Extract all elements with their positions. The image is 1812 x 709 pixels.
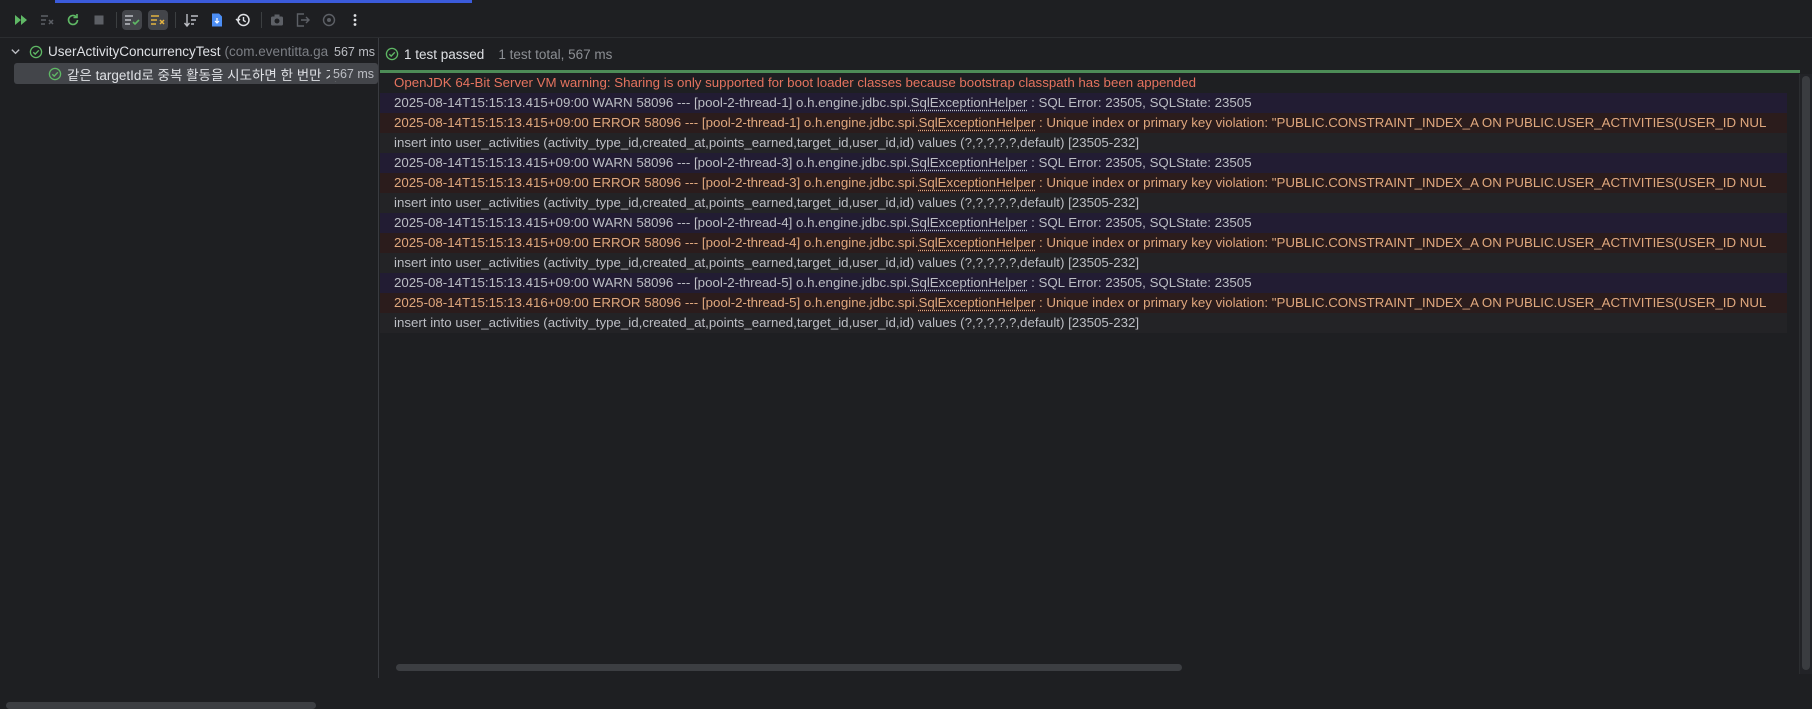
log-message: : SQL Error: 23505, SQLState: 23505: [1027, 95, 1251, 110]
console-line: 2025-08-14T15:15:13.416+09:00 ERROR 5809…: [380, 293, 1787, 313]
log-message: : Unique index or primary key violation:…: [1035, 115, 1766, 130]
tree-test-case[interactable]: 같은 targetId로 중복 활동을 시도하면 한 번만 기록 567 ms: [14, 63, 378, 84]
export-icon[interactable]: [293, 10, 313, 30]
logger-class-link[interactable]: SqlExceptionHelper: [911, 95, 1028, 110]
log-prefix: 2025-08-14T15:15:13.415+09:00 WARN 58096…: [394, 275, 911, 290]
tree-root-suite[interactable]: UserActivityConcurrencyTest (com.eventit…: [0, 41, 379, 62]
logger-class-link[interactable]: SqlExceptionHelper: [918, 115, 1035, 130]
logger-class-link[interactable]: SqlExceptionHelper: [918, 175, 1035, 190]
test-passed-icon: [385, 47, 399, 61]
log-message: : SQL Error: 23505, SQLState: 23505: [1027, 215, 1251, 230]
logger-class-link[interactable]: SqlExceptionHelper: [911, 155, 1028, 170]
log-prefix: 2025-08-14T15:15:13.415+09:00 WARN 58096…: [394, 95, 911, 110]
sort-icon[interactable]: [181, 10, 201, 30]
test-status-bar: 1 test passed 1 test total, 567 ms: [380, 38, 1812, 70]
active-tab-indicator: [55, 0, 472, 3]
history-icon[interactable]: [233, 10, 253, 30]
log-prefix: 2025-08-14T15:15:13.415+09:00 ERROR 5809…: [394, 115, 918, 130]
logger-class-link[interactable]: SqlExceptionHelper: [918, 235, 1035, 250]
log-message: : SQL Error: 23505, SQLState: 23505: [1027, 155, 1251, 170]
logger-class-link[interactable]: SqlExceptionHelper: [911, 275, 1028, 290]
console-line: 2025-08-14T15:15:13.415+09:00 WARN 58096…: [380, 273, 1787, 293]
suite-duration: 567 ms: [331, 45, 375, 59]
more-icon[interactable]: [345, 10, 365, 30]
console-output[interactable]: OpenJDK 64-Bit Server VM warning: Sharin…: [380, 73, 1787, 673]
console-line: 2025-08-14T15:15:13.415+09:00 ERROR 5809…: [380, 233, 1787, 253]
log-prefix: 2025-08-14T15:15:13.415+09:00 WARN 58096…: [394, 155, 911, 170]
console-line-text: insert into user_activities (activity_ty…: [394, 135, 1139, 150]
console-line-text: insert into user_activities (activity_ty…: [394, 255, 1139, 270]
console-line: insert into user_activities (activity_ty…: [380, 133, 1787, 153]
log-message: : SQL Error: 23505, SQLState: 23505: [1027, 275, 1251, 290]
console-line-text: insert into user_activities (activity_ty…: [394, 195, 1139, 210]
chevron-down-icon[interactable]: [10, 46, 24, 57]
console-line: OpenJDK 64-Bit Server VM warning: Sharin…: [380, 73, 1787, 93]
test-case-name: 같은 targetId로 중복 활동을 시도하면 한 번만 기록: [67, 64, 350, 84]
rerun-failed-icon[interactable]: [37, 10, 57, 30]
log-message: : Unique index or primary key violation:…: [1035, 295, 1766, 310]
test-passed-icon: [48, 67, 62, 81]
log-message: : Unique index or primary key violation:…: [1035, 235, 1766, 250]
show-ignored-icon[interactable]: [148, 10, 168, 30]
console-horizontal-scrollbar[interactable]: [396, 664, 1182, 671]
console-line: insert into user_activities (activity_ty…: [380, 253, 1787, 273]
console-line: 2025-08-14T15:15:13.415+09:00 WARN 58096…: [380, 93, 1787, 113]
horizontal-scrollbar[interactable]: [6, 702, 316, 709]
test-tree-panel: UserActivityConcurrencyTest (com.eventit…: [0, 38, 379, 678]
tests-passed-label: 1 test passed: [404, 47, 484, 62]
console-line-text: insert into user_activities (activity_ty…: [394, 315, 1139, 330]
console-line: 2025-08-14T15:15:13.415+09:00 WARN 58096…: [380, 153, 1787, 173]
rerun-icon[interactable]: [11, 10, 31, 30]
console-line: 2025-08-14T15:15:13.415+09:00 WARN 58096…: [380, 213, 1787, 233]
log-prefix: 2025-08-14T15:15:13.415+09:00 ERROR 5809…: [394, 175, 918, 190]
test-passed-icon: [29, 45, 43, 59]
screenshot-icon[interactable]: [267, 10, 287, 30]
log-prefix: 2025-08-14T15:15:13.416+09:00 ERROR 5809…: [394, 295, 918, 310]
console-line: insert into user_activities (activity_ty…: [380, 193, 1787, 213]
import-tests-icon[interactable]: [207, 10, 227, 30]
console-line: insert into user_activities (activity_ty…: [380, 313, 1787, 333]
console-panel: 1 test passed 1 test total, 567 ms OpenJ…: [380, 38, 1812, 678]
console-line: 2025-08-14T15:15:13.415+09:00 ERROR 5809…: [380, 113, 1787, 133]
logger-class-link[interactable]: SqlExceptionHelper: [918, 295, 1035, 310]
test-runner-toolbar: [0, 0, 1812, 38]
console-line: 2025-08-14T15:15:13.415+09:00 ERROR 5809…: [380, 173, 1787, 193]
stop-icon[interactable]: [89, 10, 109, 30]
log-prefix: 2025-08-14T15:15:13.415+09:00 WARN 58096…: [394, 215, 911, 230]
log-prefix: 2025-08-14T15:15:13.415+09:00 ERROR 5809…: [394, 235, 918, 250]
logger-class-link[interactable]: SqlExceptionHelper: [911, 215, 1028, 230]
settings-icon[interactable]: [319, 10, 339, 30]
suite-name: UserActivityConcurrencyTest: [48, 44, 221, 59]
vertical-scrollbar[interactable]: [1799, 74, 1812, 674]
show-passed-icon[interactable]: [122, 10, 142, 30]
tests-total-label: 1 test total, 567 ms: [498, 47, 612, 62]
toggle-auto-test-icon[interactable]: [63, 10, 83, 30]
suite-package: (com.eventitta.ga: [225, 44, 329, 59]
test-case-duration: 567 ms: [330, 67, 374, 81]
console-line-text: OpenJDK 64-Bit Server VM warning: Sharin…: [394, 75, 1196, 90]
log-message: : Unique index or primary key violation:…: [1035, 175, 1766, 190]
